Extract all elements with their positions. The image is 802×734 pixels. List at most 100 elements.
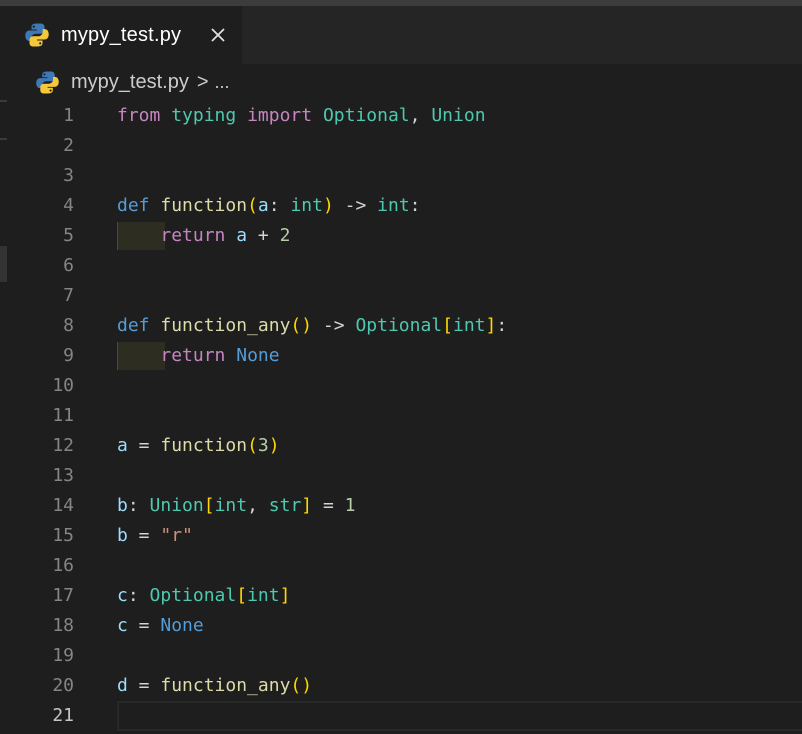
code-line[interactable]: 18 c = None bbox=[0, 611, 802, 641]
code-line[interactable]: 11 bbox=[0, 401, 802, 431]
code-token: Optional bbox=[322, 105, 410, 126]
line-number: 15 bbox=[52, 525, 74, 546]
code-line[interactable]: 15 b = "r" bbox=[0, 521, 802, 551]
code-line[interactable]: 8 def function_any() -> Optional[int]: bbox=[0, 311, 802, 341]
code-line[interactable]: 3 bbox=[0, 161, 802, 191]
tab-title: mypy_test.py bbox=[61, 23, 182, 46]
line-number: 8 bbox=[63, 315, 74, 336]
code-line[interactable]: 19 bbox=[0, 641, 802, 671]
tab-mypy-test[interactable]: mypy_test.py bbox=[0, 6, 242, 64]
code-token: ] bbox=[279, 585, 291, 606]
code-line[interactable]: 14 b: Union[int, str] = 1 bbox=[0, 491, 802, 521]
code-token: int bbox=[377, 195, 410, 216]
code-token: b bbox=[117, 525, 128, 546]
line-number: 4 bbox=[63, 195, 74, 216]
code-text: return None bbox=[117, 341, 279, 371]
code-token: ) bbox=[268, 435, 280, 456]
tab-bar: mypy_test.py bbox=[0, 6, 802, 64]
line-number: 3 bbox=[63, 165, 74, 186]
code-line[interactable]: 7 bbox=[0, 281, 802, 311]
code-text: b = "r" bbox=[117, 521, 193, 551]
code-line[interactable]: 16 bbox=[0, 551, 802, 581]
close-icon[interactable] bbox=[206, 23, 230, 47]
breadcrumb-separator: > bbox=[196, 70, 209, 93]
code-token: "r" bbox=[160, 525, 193, 546]
code-token: int bbox=[290, 195, 323, 216]
code-token: 1 bbox=[344, 495, 356, 516]
line-number: 12 bbox=[52, 435, 74, 456]
code-token: ) bbox=[322, 195, 334, 216]
code-text: def function(a: int) -> int: bbox=[117, 191, 421, 221]
code-token: a bbox=[257, 195, 269, 216]
code-token: : bbox=[268, 195, 291, 216]
code-token: [ bbox=[203, 495, 215, 516]
code-line[interactable]: 1 from typing import Optional, Union bbox=[0, 101, 802, 131]
code-line[interactable]: 13 bbox=[0, 461, 802, 491]
code-editor[interactable]: 1 from typing import Optional, Union 2 3 4 de… bbox=[0, 101, 802, 734]
code-line[interactable]: 6 bbox=[0, 251, 802, 281]
code-line[interactable]: 10 bbox=[0, 371, 802, 401]
code-line[interactable]: 5 return a + 2 bbox=[0, 221, 802, 251]
code-token: , bbox=[409, 105, 432, 126]
code-token: int bbox=[214, 495, 248, 516]
code-line[interactable]: 12 a = function(3) bbox=[0, 431, 802, 461]
code-token: = bbox=[127, 675, 161, 696]
code-line[interactable]: 17 c: Optional[int] bbox=[0, 581, 802, 611]
code-token: ] bbox=[485, 315, 497, 336]
code-token: : bbox=[127, 495, 150, 516]
code-token: () bbox=[290, 315, 313, 336]
code-token: str bbox=[268, 495, 302, 516]
code-token: int bbox=[247, 585, 280, 606]
code-token: [ bbox=[442, 315, 453, 336]
breadcrumb: mypy_test.py > ... bbox=[0, 64, 802, 100]
line-number: 21 bbox=[52, 705, 74, 726]
breadcrumb-file[interactable]: mypy_test.py bbox=[71, 71, 189, 94]
code-token: = bbox=[127, 435, 161, 456]
code-token: a bbox=[236, 225, 248, 246]
code-token: 3 bbox=[257, 435, 269, 456]
code-token: b bbox=[117, 495, 128, 516]
line-number: 7 bbox=[63, 285, 74, 306]
code-token: def bbox=[117, 195, 150, 216]
python-icon bbox=[36, 70, 59, 94]
breadcrumb-more[interactable]: ... bbox=[215, 72, 230, 93]
code-line[interactable]: 2 bbox=[0, 131, 802, 161]
code-line[interactable]: 20 d = function_any() bbox=[0, 671, 802, 701]
code-token: int bbox=[453, 315, 486, 336]
code-line[interactable]: 21 bbox=[0, 701, 802, 731]
code-token: typing bbox=[171, 105, 237, 126]
line-number: 18 bbox=[52, 615, 74, 636]
code-text: c: Optional[int] bbox=[117, 581, 290, 611]
code-text: c = None bbox=[117, 611, 204, 641]
code-token: + bbox=[247, 225, 280, 246]
line-number: 13 bbox=[52, 465, 74, 486]
code-token: -> bbox=[333, 195, 378, 216]
line-number: 11 bbox=[52, 405, 74, 426]
code-token: c bbox=[117, 615, 128, 636]
code-text: from typing import Optional, Union bbox=[117, 101, 486, 131]
line-number: 9 bbox=[63, 345, 74, 366]
code-token: Optional bbox=[149, 585, 237, 606]
line-number: 6 bbox=[63, 255, 74, 276]
code-token: function bbox=[160, 435, 248, 456]
line-number: 17 bbox=[52, 585, 74, 606]
line-number: 1 bbox=[63, 105, 74, 126]
code-text: d = function_any() bbox=[117, 671, 312, 701]
code-line[interactable]: 4 def function(a: int) -> int: bbox=[0, 191, 802, 221]
code-token: = bbox=[312, 495, 345, 516]
line-number: 14 bbox=[52, 495, 74, 516]
code-token: () bbox=[290, 675, 313, 696]
code-token: = bbox=[127, 525, 161, 546]
code-token: ( bbox=[247, 435, 258, 456]
code-line[interactable]: 9 return None bbox=[0, 341, 802, 371]
code-token: from bbox=[117, 105, 161, 126]
line-number: 20 bbox=[52, 675, 74, 696]
code-token: Union bbox=[431, 105, 486, 126]
code-token: c bbox=[117, 585, 128, 606]
